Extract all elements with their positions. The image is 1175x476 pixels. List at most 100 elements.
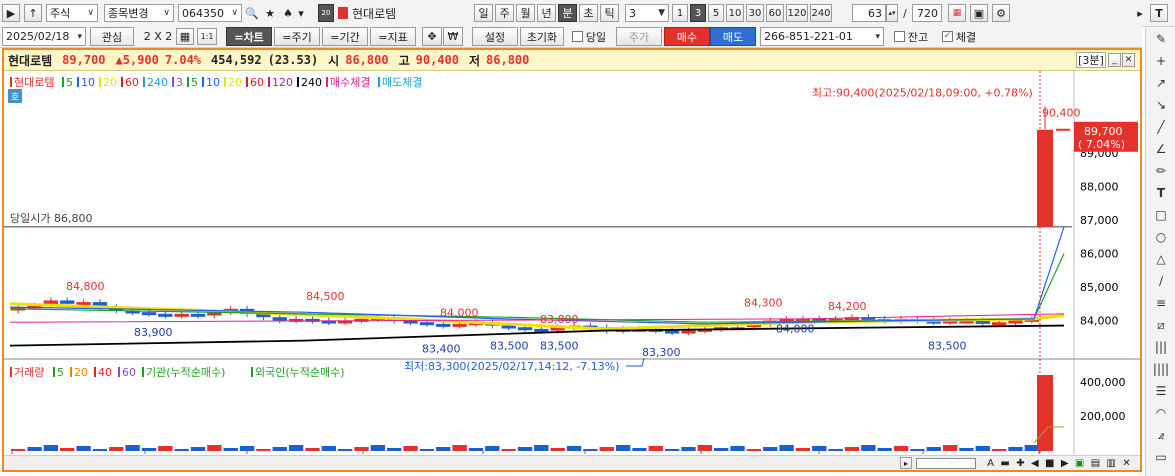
stop-icon[interactable]: ■	[1045, 458, 1054, 469]
grid-tool-icon[interactable]: ⧄	[1152, 316, 1170, 334]
ruler-tool-icon[interactable]: ▭	[1152, 448, 1170, 466]
today-checkbox[interactable]: 당일	[566, 27, 612, 46]
sell-button[interactable]: 매도	[710, 27, 756, 46]
cycle-tool-icon[interactable]: |||	[1152, 338, 1170, 356]
pin-icon[interactable]: ▶	[2, 4, 20, 22]
text-add-icon[interactable]: T	[1152, 184, 1170, 202]
chart-tab[interactable]: =차트	[226, 27, 272, 46]
table-icon[interactable]: ▦	[176, 28, 194, 45]
count-spinner[interactable]: ▴▾	[886, 4, 898, 22]
reset-button[interactable]: 초기화	[520, 27, 564, 46]
dropdown-icon[interactable]: ▾	[296, 4, 306, 22]
parallel-tool-icon[interactable]: ≡	[1152, 294, 1170, 312]
period-tab[interactable]: =주기	[274, 27, 320, 46]
interval-30[interactable]: 30	[746, 4, 764, 22]
interval-3[interactable]: 3	[690, 4, 706, 22]
chart-canvas[interactable]: 현대로템 5 10 20 60 240 3 5 10 20 60 120 240 매수체결 매도체결89,0…	[4, 71, 1140, 454]
legend-item: 240	[147, 76, 168, 89]
interval-10[interactable]: 10	[726, 4, 744, 22]
upload-icon[interactable]: ↑	[24, 4, 42, 22]
account-select[interactable]: 266-851-221-01 ▾	[760, 27, 884, 46]
search-icon[interactable]: 🔍	[244, 4, 260, 22]
settings-button[interactable]: 설정	[472, 27, 518, 46]
save-icon[interactable]: ▣	[970, 4, 988, 22]
fib-tool-icon[interactable]: ☰	[1152, 382, 1170, 400]
angle-tool-icon[interactable]: ∠	[1152, 140, 1170, 158]
term-tab[interactable]: =기간	[322, 27, 368, 46]
lines-tool-icon[interactable]: ||||	[1152, 360, 1170, 378]
magic-icon[interactable]: ✎	[1152, 30, 1170, 48]
period-3[interactable]: 년	[537, 4, 556, 22]
won-button[interactable]: ₩	[443, 27, 463, 46]
prev-icon[interactable]: ◀	[1031, 458, 1039, 469]
minimize-icon[interactable]: _	[1108, 53, 1121, 67]
print-icon[interactable]: ▥	[1107, 458, 1116, 469]
minus-icon[interactable]: ▬	[1000, 458, 1009, 469]
arc-tool-icon[interactable]: ◠	[1152, 404, 1170, 422]
date-field[interactable]: 2025/02/18 ▾	[2, 27, 86, 46]
interval-240[interactable]: 240	[810, 4, 832, 22]
excel-icon[interactable]: ▣	[1075, 458, 1084, 469]
close-icon[interactable]: ✕	[1122, 53, 1135, 67]
period-4[interactable]: 분	[558, 4, 577, 22]
zoom-controls[interactable]: A ▬ ✚ ◀ ■ ▶ ▣ ▤ ▥ ✕	[984, 456, 1134, 470]
period-1[interactable]: 주	[495, 4, 514, 22]
change-stock-select[interactable]: 종목변경 ∨	[104, 4, 174, 22]
header-price: 89,700	[62, 53, 106, 67]
market-select[interactable]: 주식 ∨	[46, 4, 98, 22]
save2-icon[interactable]: ▤	[1091, 458, 1100, 469]
close2-icon[interactable]: ✕	[1122, 458, 1130, 469]
interval-60[interactable]: 60	[766, 4, 784, 22]
next-icon[interactable]: ▶	[1061, 458, 1069, 469]
price-button[interactable]: 주가	[616, 27, 662, 46]
header-open-label: 시	[328, 53, 340, 68]
ray-tool-icon[interactable]: ↘	[1152, 96, 1170, 114]
bottom-bar: ▸ A ▬ ✚ ◀ ■ ▶ ▣ ▤ ▥ ✕	[4, 455, 1140, 470]
scrollbar-thumb[interactable]	[916, 458, 976, 469]
balance-checkbox[interactable]: 잔고	[888, 27, 934, 46]
text-tool-icon[interactable]: T	[1150, 4, 1168, 22]
interval-1[interactable]: 1	[672, 4, 688, 22]
fill-checkbox[interactable]: ✓ 체결	[936, 27, 982, 46]
interval-select[interactable]: 3 ▼	[625, 4, 669, 22]
plus-icon[interactable]: ✚	[1016, 458, 1024, 469]
crosshair-tool-icon[interactable]: +	[1152, 52, 1170, 70]
spade-icon[interactable]: ♠	[280, 4, 296, 22]
period-6[interactable]: 틱	[600, 4, 619, 22]
a-icon[interactable]: A	[987, 458, 994, 469]
grid-icon[interactable]: ▦	[948, 4, 966, 22]
period-2[interactable]: 월	[516, 4, 535, 22]
volume-bar	[1008, 447, 1023, 451]
interval-5[interactable]: 5	[708, 4, 724, 22]
crosshair-icon[interactable]: ✥	[422, 27, 442, 46]
indicator-tab[interactable]: =지표	[370, 27, 416, 46]
period-5[interactable]: 초	[579, 4, 598, 22]
hoga-button[interactable]: 호	[8, 89, 22, 103]
expand-right-icon[interactable]: ▸	[1134, 4, 1146, 22]
rank-icon[interactable]: 20	[318, 4, 334, 22]
trend-tool-icon[interactable]: ↗	[1152, 74, 1170, 92]
gear-icon[interactable]: ⚙	[992, 4, 1010, 22]
buy-button[interactable]: 매수	[664, 27, 710, 46]
triangle-tool-icon[interactable]: △	[1152, 250, 1170, 268]
volume-bar	[321, 446, 336, 451]
volume-bar	[387, 448, 402, 451]
fan2-tool-icon[interactable]: ⦨	[1152, 426, 1170, 444]
circle-tool-icon[interactable]: ○	[1152, 228, 1170, 246]
legend-swatch	[10, 77, 12, 87]
star-icon[interactable]: ★	[262, 4, 278, 22]
fan-tool-icon[interactable]: ∕	[1152, 272, 1170, 290]
pencil-tool-icon[interactable]: ✏	[1152, 162, 1170, 180]
period-0[interactable]: 일	[474, 4, 493, 22]
rect-tool-icon[interactable]: □	[1152, 206, 1170, 224]
legend-item: 매도체결	[382, 76, 422, 89]
line-tool-icon[interactable]: ╱	[1152, 118, 1170, 136]
code-input[interactable]: 064350 ∨	[178, 4, 242, 22]
ratio-button[interactable]: 1:1	[197, 28, 217, 45]
count-input[interactable]: 63	[852, 4, 886, 22]
peak-label: 84,000	[440, 307, 479, 320]
scroll-right-icon[interactable]: ▸	[900, 457, 912, 469]
legend-item: 10	[81, 76, 95, 89]
interest-button[interactable]: 관심	[90, 27, 134, 46]
interval-120[interactable]: 120	[786, 4, 808, 22]
